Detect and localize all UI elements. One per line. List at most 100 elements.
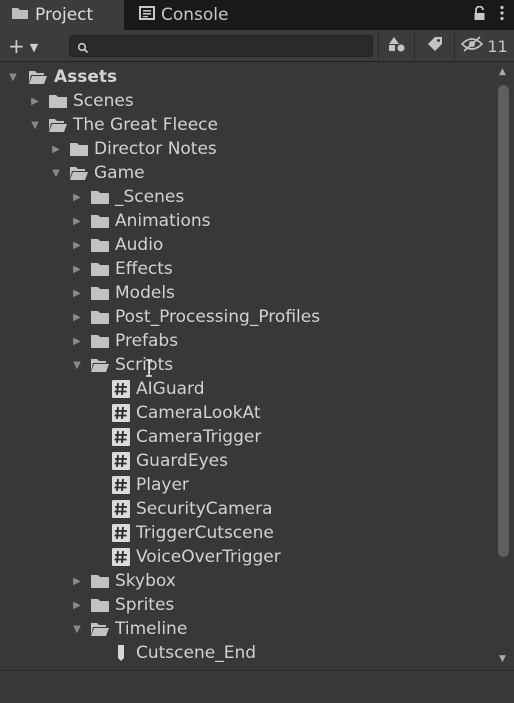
expanded-arrow-icon[interactable]: ▼ <box>71 359 83 371</box>
hidden-packages-toggle[interactable]: 11 <box>454 32 514 60</box>
open-folder-icon <box>69 164 89 182</box>
tree-label: Audio <box>115 235 164 255</box>
tree-item-script[interactable]: CameraTrigger <box>0 425 494 449</box>
project-tree: ▼ Assets ▶ Scenes ▼ The Great Fleece ▶ D… <box>0 63 494 670</box>
tab-project[interactable]: Project <box>0 0 124 30</box>
collapsed-arrow-icon[interactable]: ▶ <box>71 239 83 251</box>
filter-by-type-button[interactable] <box>378 32 414 60</box>
csharp-script-icon <box>111 476 131 494</box>
collapsed-arrow-icon[interactable]: ▶ <box>71 263 83 275</box>
tree-item-audio[interactable]: ▶ Audio <box>0 233 494 257</box>
plus-icon: + <box>8 34 25 58</box>
tree-item-sprites[interactable]: ▶ Sprites <box>0 593 494 617</box>
scroll-down-arrow-icon[interactable]: ▼ <box>499 654 506 664</box>
tree-label: CameraLookAt <box>136 403 261 423</box>
window-tab-bar: Project Console <box>0 0 514 30</box>
tree-label: AIGuard <box>136 379 205 399</box>
collapsed-arrow-icon[interactable]: ▶ <box>71 191 83 203</box>
tree-item-scenes[interactable]: ▶ Scenes <box>0 89 494 113</box>
create-dropdown-button[interactable]: + ▼ <box>8 34 39 58</box>
tree-label: _Scenes <box>115 187 185 207</box>
search-input[interactable] <box>69 35 373 57</box>
tree-item-script[interactable]: Player <box>0 473 494 497</box>
tree-item-timeline-asset[interactable]: Cutscene_End <box>0 641 494 665</box>
csharp-script-icon <box>111 548 131 566</box>
tree-label: Game <box>94 163 145 183</box>
tree-item-skybox[interactable]: ▶ Skybox <box>0 569 494 593</box>
open-folder-icon <box>48 116 68 134</box>
console-icon <box>139 5 155 25</box>
hidden-count: 11 <box>487 36 508 56</box>
tree-item-the-great-fleece[interactable]: ▼ The Great Fleece <box>0 113 494 137</box>
tree-item-scripts[interactable]: ▼ Scripts <box>0 353 494 377</box>
tab-console[interactable]: Console <box>125 0 265 30</box>
tree-item-prefabs[interactable]: ▶ Prefabs <box>0 329 494 353</box>
tree-item-effects[interactable]: ▶ Effects <box>0 257 494 281</box>
scroll-up-arrow-icon[interactable]: ▲ <box>499 67 506 77</box>
scrollbar-thumb[interactable] <box>498 85 509 557</box>
tree-label: Cutscene_End <box>136 643 257 663</box>
mouse-cursor-icon <box>145 359 153 377</box>
collapsed-arrow-icon[interactable]: ▶ <box>71 599 83 611</box>
tree-label: Effects <box>115 259 173 279</box>
folder-icon <box>90 308 110 326</box>
tree-item-script[interactable]: SecurityCamera <box>0 497 494 521</box>
folder-icon <box>90 260 110 278</box>
tree-item-script[interactable]: VoiceOverTrigger <box>0 545 494 569</box>
tree-item-director-notes[interactable]: ▶ Director Notes <box>0 137 494 161</box>
collapsed-arrow-icon[interactable]: ▶ <box>71 575 83 587</box>
tree-label: Scenes <box>73 91 134 111</box>
collapsed-arrow-icon[interactable]: ▶ <box>71 311 83 323</box>
open-folder-icon <box>90 356 110 374</box>
folder-icon <box>90 572 110 590</box>
collapsed-arrow-icon[interactable]: ▶ <box>71 335 83 347</box>
collapsed-arrow-icon[interactable]: ▶ <box>29 95 41 107</box>
project-footer-bar <box>0 670 514 703</box>
filter-by-label-button[interactable] <box>414 32 454 60</box>
tree-item-script[interactable]: AIGuard <box>0 377 494 401</box>
csharp-script-icon <box>111 452 131 470</box>
folder-icon <box>11 5 29 25</box>
tree-item-timeline[interactable]: ▼ Timeline <box>0 617 494 641</box>
tree-item-assets[interactable]: ▼ Assets <box>0 65 494 89</box>
tree-item-script[interactable]: CameraLookAt <box>0 401 494 425</box>
tab-actions <box>473 0 504 30</box>
tree-item-script[interactable]: TriggerCutscene <box>0 521 494 545</box>
folder-icon <box>69 140 89 158</box>
tree-label: CameraTrigger <box>136 427 262 447</box>
folder-icon <box>90 332 110 350</box>
kebab-menu-icon[interactable] <box>500 5 504 25</box>
tree-label: Assets <box>54 67 118 87</box>
tree-label: Player <box>136 475 189 495</box>
folder-icon <box>90 596 110 614</box>
collapsed-arrow-icon[interactable]: ▶ <box>71 287 83 299</box>
tree-item-models[interactable]: ▶ Models <box>0 281 494 305</box>
tree-label: SecurityCamera <box>136 499 273 519</box>
lock-icon[interactable] <box>473 5 486 25</box>
vertical-scrollbar[interactable]: ▲ ▼ <box>494 63 514 670</box>
csharp-script-icon <box>111 380 131 398</box>
tree-item-game-scenes[interactable]: ▶ _Scenes <box>0 185 494 209</box>
collapsed-arrow-icon[interactable]: ▶ <box>71 215 83 227</box>
expanded-arrow-icon[interactable]: ▼ <box>29 119 41 131</box>
csharp-script-icon <box>111 500 131 518</box>
tree-item-animations[interactable]: ▶ Animations <box>0 209 494 233</box>
tree-label: VoiceOverTrigger <box>136 547 281 567</box>
tree-label: Prefabs <box>115 331 179 351</box>
open-folder-icon <box>90 620 110 638</box>
tag-icon <box>427 36 443 56</box>
tree-item-post-processing-profiles[interactable]: ▶ Post_Processing_Profiles <box>0 305 494 329</box>
tree-item-game[interactable]: ▼ Game <box>0 161 494 185</box>
tree-label: Post_Processing_Profiles <box>115 307 321 327</box>
csharp-script-icon <box>111 428 131 446</box>
expanded-arrow-icon[interactable]: ▼ <box>50 167 62 179</box>
tree-label: Timeline <box>115 619 188 639</box>
expanded-arrow-icon[interactable]: ▼ <box>7 71 19 83</box>
timeline-asset-icon <box>111 644 131 662</box>
tree-item-script[interactable]: GuardEyes <box>0 449 494 473</box>
chevron-down-icon: ▼ <box>29 40 39 54</box>
folder-icon <box>90 188 110 206</box>
open-folder-icon <box>28 68 48 86</box>
collapsed-arrow-icon[interactable]: ▶ <box>50 143 62 155</box>
expanded-arrow-icon[interactable]: ▼ <box>71 623 83 635</box>
